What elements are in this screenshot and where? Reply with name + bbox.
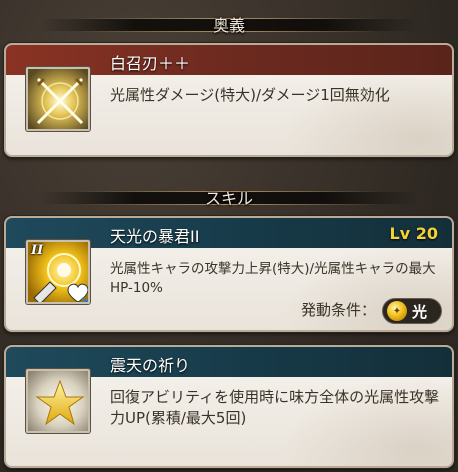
light-element-badge: ✦ 光 — [382, 298, 442, 324]
skill-section-title: スキル — [204, 189, 253, 208]
ougi-section-header: 奥義 — [0, 11, 458, 37]
sun-shield-icon: II — [26, 240, 90, 304]
ougi-card[interactable]: 白召刃＋＋ 光属性ダメージ(特大)/ダメージ1回無効化 — [4, 43, 454, 157]
ougi-description: 光属性ダメージ(特大)/ダメージ1回無効化 — [110, 86, 390, 104]
skill-1-condition-value: 光 — [412, 302, 428, 321]
skill-card-1[interactable]: 天光の暴君II Lv 20 II 光属性キャラの攻撃力上昇(特大)/光属性キャラ… — [4, 216, 454, 332]
light-orb-icon: ✦ — [387, 301, 407, 321]
ougi-name: 白召刃＋＋ — [110, 54, 191, 73]
skill-2-name: 震天の祈り — [110, 356, 191, 375]
skill-1-name: 天光の暴君II — [110, 227, 200, 246]
skill-1-icon-badge: II — [31, 243, 44, 258]
crossed-swords-icon — [26, 67, 90, 131]
skill-1-condition-label: 発動条件： — [300, 301, 376, 319]
skill-card-2[interactable]: 震天の祈り 回復アビリティを使用時に味方全体の光属性攻撃力UP(累積/最大5回) — [4, 345, 454, 468]
skill-section-header: スキル — [0, 184, 458, 210]
skill-1-description: 光属性キャラの攻撃力上昇(特大)/光属性キャラの最大HP-10% — [110, 261, 436, 296]
skill-2-description: 回復アビリティを使用時に味方全体の光属性攻撃力UP(累積/最大5回) — [110, 388, 440, 427]
skill-1-level: Lv 20 — [389, 224, 438, 243]
ougi-section-title: 奥義 — [212, 16, 245, 35]
star-icon — [26, 369, 90, 433]
